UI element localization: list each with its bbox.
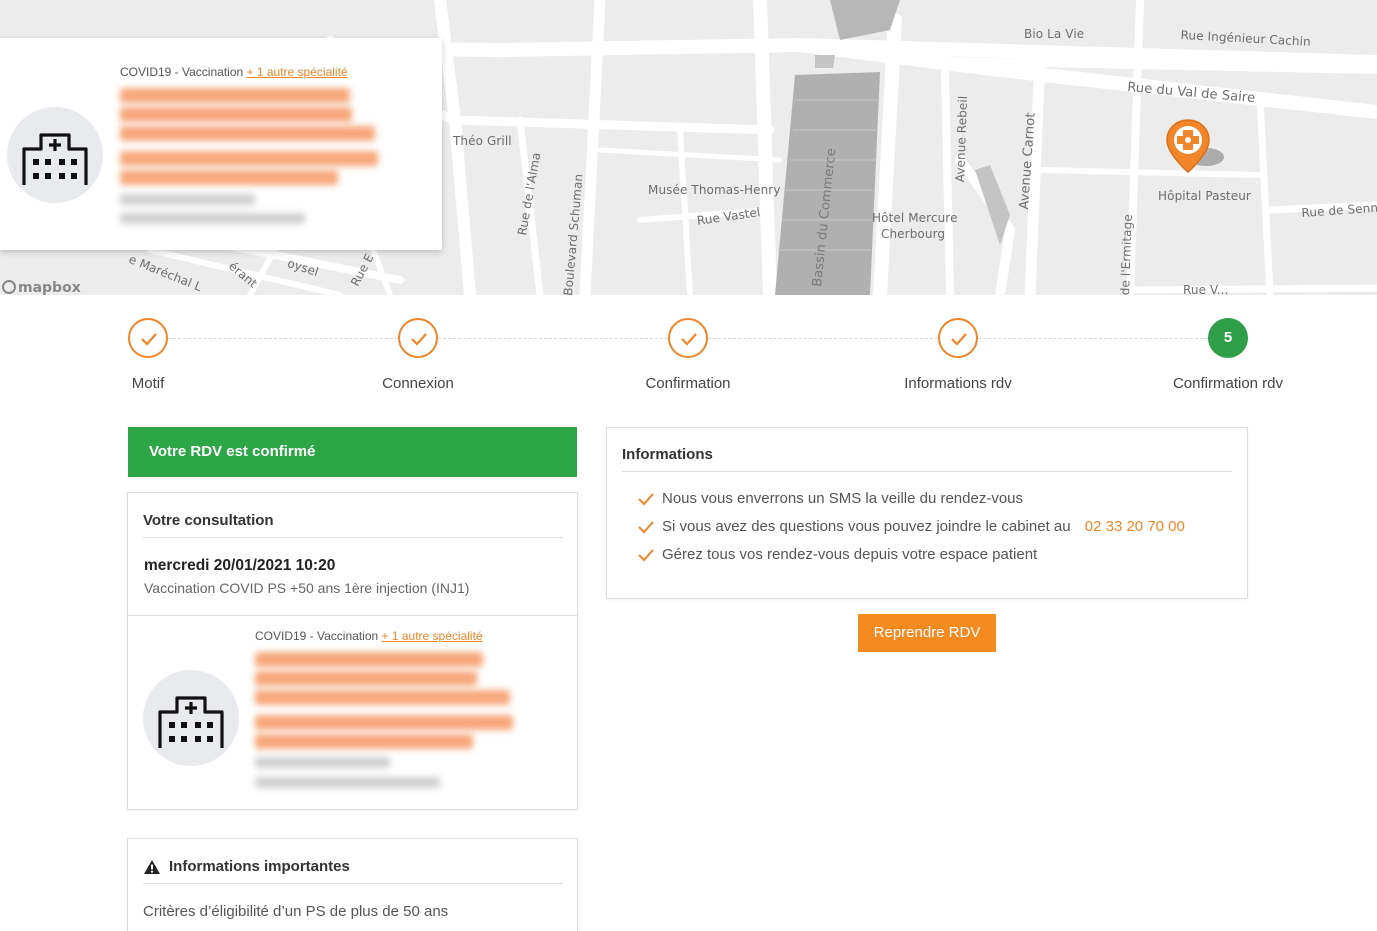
step-label: Confirmation (645, 375, 731, 392)
important-info-title: Informations importantes (169, 858, 350, 875)
map-label-hotel-mercure: Hôtel Mercure (872, 211, 958, 225)
step-confirmation-rdv: 5 Confirmation rdv (1138, 318, 1318, 392)
informations-title: Informations (622, 446, 713, 463)
consultation-title: Votre consultation (143, 512, 274, 529)
important-info-header: Informations importantes (143, 858, 350, 875)
practice-avatar (7, 107, 103, 203)
info-item-patient-space: Gérez tous vos rendez-vous depuis votre … (638, 546, 1037, 563)
appointment-datetime: mercredi 20/01/2021 10:20 (144, 557, 336, 574)
blurred-practice-name (255, 652, 483, 667)
step-label: Motif (131, 375, 165, 392)
practice-avatar (143, 670, 239, 766)
map-label-hopital-pasteur: Hôpital Pasteur (1158, 189, 1251, 203)
info-item-contact: Si vous avez des questions vous pouvez j… (638, 518, 1185, 535)
more-specialty-link[interactable]: + 1 autre spécialité (247, 65, 348, 79)
check-icon (638, 549, 654, 562)
blurred-practice-location (120, 170, 338, 185)
blurred-practice-location (255, 734, 473, 749)
mapbox-logo-icon (2, 280, 16, 294)
step-done-circle (398, 318, 438, 358)
blurred-address (120, 213, 305, 224)
divider (128, 615, 577, 616)
mapbox-attribution[interactable]: mapbox (2, 280, 81, 295)
map-label-bio-la-vie: Bio La Vie (1024, 27, 1085, 41)
informations-panel: Informations Nous vous enverrons un SMS … (606, 427, 1248, 599)
map-label-ermitage: de l'Ermitage (1118, 213, 1135, 295)
step-motif[interactable]: Motif (58, 318, 238, 392)
step-done-circle (668, 318, 708, 358)
confirmation-banner: Votre RDV est confirmé (128, 427, 577, 477)
map-label-musee: Musée Thomas-Henry (648, 183, 781, 197)
important-info-panel: Informations importantes Critères d’élig… (127, 838, 578, 931)
step-done-circle (128, 318, 168, 358)
check-icon (681, 333, 697, 346)
phone-link[interactable]: 02 33 20 70 00 (1085, 518, 1185, 535)
check-icon (638, 493, 654, 506)
blurred-address (255, 757, 390, 768)
step-label: Connexion (382, 375, 454, 392)
blurred-address (120, 194, 255, 205)
practice-specialty: COVID19 - Vaccination + 1 autre spéciali… (255, 629, 483, 643)
blurred-practice-name (255, 671, 477, 686)
blurred-practice-location (255, 715, 513, 730)
reprendre-rdv-button[interactable]: Reprendre RDV (858, 614, 996, 652)
step-connexion[interactable]: Connexion (328, 318, 508, 392)
booking-stepper: Motif Connexion Confirmation Information… (0, 295, 1377, 405)
check-icon (638, 521, 654, 534)
eligibility-link[interactable]: Critères d’éligibilité d’un PS de plus d… (143, 903, 448, 920)
blurred-practice-name (255, 690, 510, 705)
step-informations-rdv[interactable]: Informations rdv (868, 318, 1048, 392)
blurred-practice-name (120, 126, 375, 141)
divider (143, 537, 563, 538)
check-icon (411, 333, 427, 346)
info-item-sms: Nous vous enverrons un SMS la veille du … (638, 490, 1023, 507)
map-practice-card[interactable]: COVID19 - Vaccination + 1 autre spéciali… (0, 38, 442, 250)
hospital-pin-icon[interactable] (1165, 118, 1211, 174)
blurred-address (255, 777, 440, 788)
step-active-circle: 5 (1208, 318, 1248, 358)
appointment-motif: Vaccination COVID PS +50 ans 1ère inject… (144, 580, 470, 596)
map-label-hotel-mercure-city: Cherbourg (881, 227, 946, 241)
step-confirmation[interactable]: Confirmation (598, 318, 778, 392)
check-icon (141, 333, 157, 346)
check-icon (951, 333, 967, 346)
map[interactable]: Bio La Vie Rue Ingénieur Cachin Rue du V… (0, 0, 1377, 295)
blurred-practice-name (120, 88, 350, 103)
blurred-practice-location (120, 151, 378, 166)
warning-icon (144, 859, 160, 874)
divider (622, 471, 1232, 472)
step-done-circle (938, 318, 978, 358)
blurred-practice-name (120, 107, 352, 122)
map-label-rue-v-bottom: Rue V... (1183, 283, 1229, 295)
hospital-icon (22, 133, 88, 185)
map-label-theo-grill: Théo Grill (453, 134, 512, 148)
hospital-icon (158, 696, 224, 748)
more-specialty-link[interactable]: + 1 autre spécialité (382, 629, 483, 643)
divider (143, 883, 563, 884)
consultation-panel: Votre consultation mercredi 20/01/2021 1… (127, 492, 578, 810)
step-label: Informations rdv (904, 375, 1012, 392)
practice-specialty: COVID19 - Vaccination + 1 autre spéciali… (120, 65, 348, 79)
step-label: Confirmation rdv (1172, 375, 1284, 392)
